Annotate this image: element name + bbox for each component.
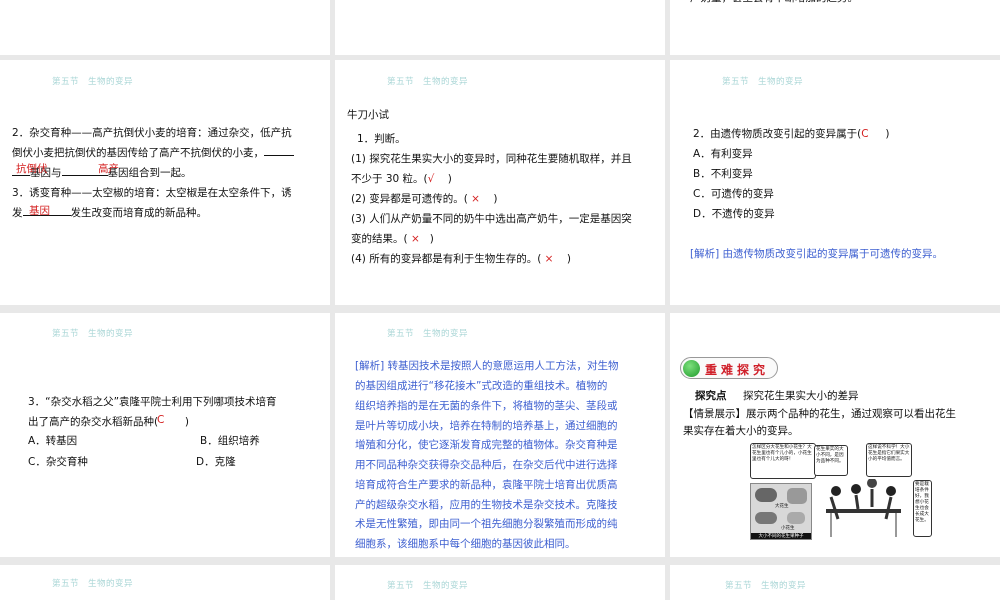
slide-thumbnail[interactable]: [335, 0, 665, 55]
inquiry-title: 探究花生果实大小的差异: [743, 390, 859, 402]
slide-text: (1) 探究花生果实大小的变异时，同种花生要随机取样，并且: [351, 153, 632, 165]
slide-text: 产奶量，甚至会有不断增加的趋势。: [690, 0, 858, 8]
analysis-text: 增殖和分化，使它逐渐发育成完整的植物体。杂交育种是: [355, 439, 618, 451]
section-header: 第五节 生物的变异: [387, 329, 469, 339]
option-a: A．转基因: [28, 435, 78, 447]
slide-subtitle: 牛刀小试: [347, 109, 389, 121]
slide-thumbnail[interactable]: 第五节 生物的变异 3．“杂交水稻之父”袁隆平院士利用下列哪项技术培育 出了高产…: [0, 313, 330, 557]
analysis-text: 细胞系，该细胞系中每个细胞的基因彼此相同。: [355, 538, 576, 550]
answer: C: [157, 414, 165, 426]
option-d: D．克隆: [196, 456, 236, 468]
section-badge: 重难探究: [680, 357, 778, 379]
green-circle-icon: [683, 360, 700, 377]
slide-thumbnail[interactable]: 第五节 生物的变异: [670, 565, 1000, 600]
section-header: 第五节 生物的变异: [52, 329, 134, 339]
speech-bubble: 花生果实的大小不同，是因为品种不同。: [814, 445, 848, 476]
analysis-text: [解析] 由遗传物质改变引起的变异属于可遗传的变异。: [690, 248, 944, 260]
slide-thumbnail[interactable]: 第五节 生物的变异 牛刀小试 1．判断。 (1) 探究花生果实大小的变异时，同种…: [335, 60, 665, 305]
analysis-text: 培育成符合生产要求的新品种，袁隆平院士培育出优质高: [355, 479, 618, 491]
analysis-text: 用不同品种杂交获得杂交品种后，在杂交后代中进行选择: [355, 459, 618, 471]
slide-thumbnail[interactable]: 第五节 生物的变异 2．由遗传物质改变引起的变异属于(C ) A．有利变异 B．…: [670, 60, 1000, 305]
section-header: 第五节 生物的变异: [52, 579, 134, 589]
option-b: B．组织培养: [200, 435, 260, 447]
option-c: C．杂交育种: [28, 456, 88, 468]
section-header: 第五节 生物的变异: [387, 77, 469, 87]
analysis-text: 术是无性繁殖，即由同一个祖先细胞分裂繁殖而形成的纯: [355, 518, 618, 530]
question: 2．由遗传物质改变引起的变异属于(C ): [693, 128, 890, 140]
inquiry-label: 探究点: [695, 390, 727, 402]
section-header: 第五节 生物的变异: [725, 581, 807, 591]
analysis-text: 的基因组成进行“移花接木”式改造的重组技术。植物的: [355, 380, 608, 392]
option-a: A．有利变异: [693, 148, 753, 160]
option-b: B．不利变异: [693, 168, 753, 180]
analysis-text: 组织培养指的是在无菌的条件下，将植物的茎尖、茎段或: [355, 400, 618, 412]
slide-text: 变的结果。( × ): [351, 233, 434, 245]
slide-thumbnail[interactable]: 重难探究 探究点 探究花生果实大小的差异 【情景展示】展示两个品种的花生，通过观…: [670, 313, 1000, 557]
slide-thumbnail[interactable]: 第五节 生物的变异 2．杂交育种——高产抗倒伏小麦的培育：通过杂交，低产抗 倒伏…: [0, 60, 330, 305]
slide-thumbnail[interactable]: 第五节 生物的变异 [解析] 转基因技术是按照人的意愿运用人工方法，对生物 的基…: [335, 313, 665, 557]
speech-bubble: 这样说不科学！大小花生是指它们果实大小的平均值而言。: [866, 443, 912, 477]
slide-text: (3) 人们从产奶量不同的奶牛中选出高产奶牛，一定是基因突: [351, 213, 632, 225]
peanut-illustration: 怎样区分大花生和小花生？大花生里也有个儿小的，小花生里也有个儿大的呀！ 花生果实…: [750, 443, 932, 540]
speech-bubble: 怎样区分大花生和小花生？大花生里也有个儿小的，小花生里也有个儿大的呀！: [750, 443, 816, 479]
peanut-photo: 大花生 小花生 大小不同的花生果种子: [750, 483, 812, 540]
slide-text: (2) 变异都是可遗传的。( × ): [351, 193, 498, 205]
section-header: 第五节 生物的变异: [52, 77, 134, 87]
slide-thumbnail[interactable]: 第五节 生物的变异: [335, 565, 665, 600]
question: 3．“杂交水稻之父”袁隆平院士利用下列哪项技术培育: [28, 396, 277, 408]
slide-text: 不少于 30 粒。(√ ): [351, 173, 452, 185]
analysis-text: 是叶片等切成小块，培养在特制的培养基上，通过细胞的: [355, 420, 618, 432]
slide-text: 果实存在着大小的变异。: [683, 425, 799, 437]
people-at-table-drawing: [826, 479, 901, 537]
slide-thumbnail[interactable]: [0, 0, 330, 55]
analysis-text: [解析] 转基因技术是按照人的意愿运用人工方法，对生物: [355, 360, 619, 372]
question: 出了高产的杂交水稻新品种( ): [28, 416, 189, 428]
answer: 基因: [29, 205, 50, 217]
slide-thumbnail[interactable]: 产奶量，甚至会有不断增加的趋势。: [670, 0, 1000, 55]
slide-text: 1．判断。: [357, 133, 406, 145]
answer: 抗倒伏: [16, 163, 48, 175]
slide-text: 倒伏小麦把抗倒伏的基因传给了高产不抗倒伏的小麦，: [12, 143, 294, 163]
slide-thumbnail[interactable]: 第五节 生物的变异: [0, 565, 330, 600]
slide-text: (4) 所有的变异都是有利于生物生存的。( × ): [351, 253, 571, 265]
slide-text: 3．诱变育种——太空椒的培育：太空椒是在太空条件下，诱: [12, 187, 292, 199]
answer: 高产: [98, 163, 119, 175]
speech-bubble: 要是栽培条件好，我想小花生也会长成大花生。: [913, 480, 932, 537]
option-c: C．可遗传的变异: [693, 188, 774, 200]
section-header: 第五节 生物的变异: [387, 581, 469, 591]
section-header: 第五节 生物的变异: [722, 77, 804, 87]
analysis-text: 产的超级杂交水稻，应用的生物技术是杂交技术。克隆技: [355, 499, 618, 511]
slide-text: 2．杂交育种——高产抗倒伏小麦的培育：通过杂交，低产抗: [12, 127, 292, 139]
option-d: D．不遗传的变异: [693, 208, 775, 220]
